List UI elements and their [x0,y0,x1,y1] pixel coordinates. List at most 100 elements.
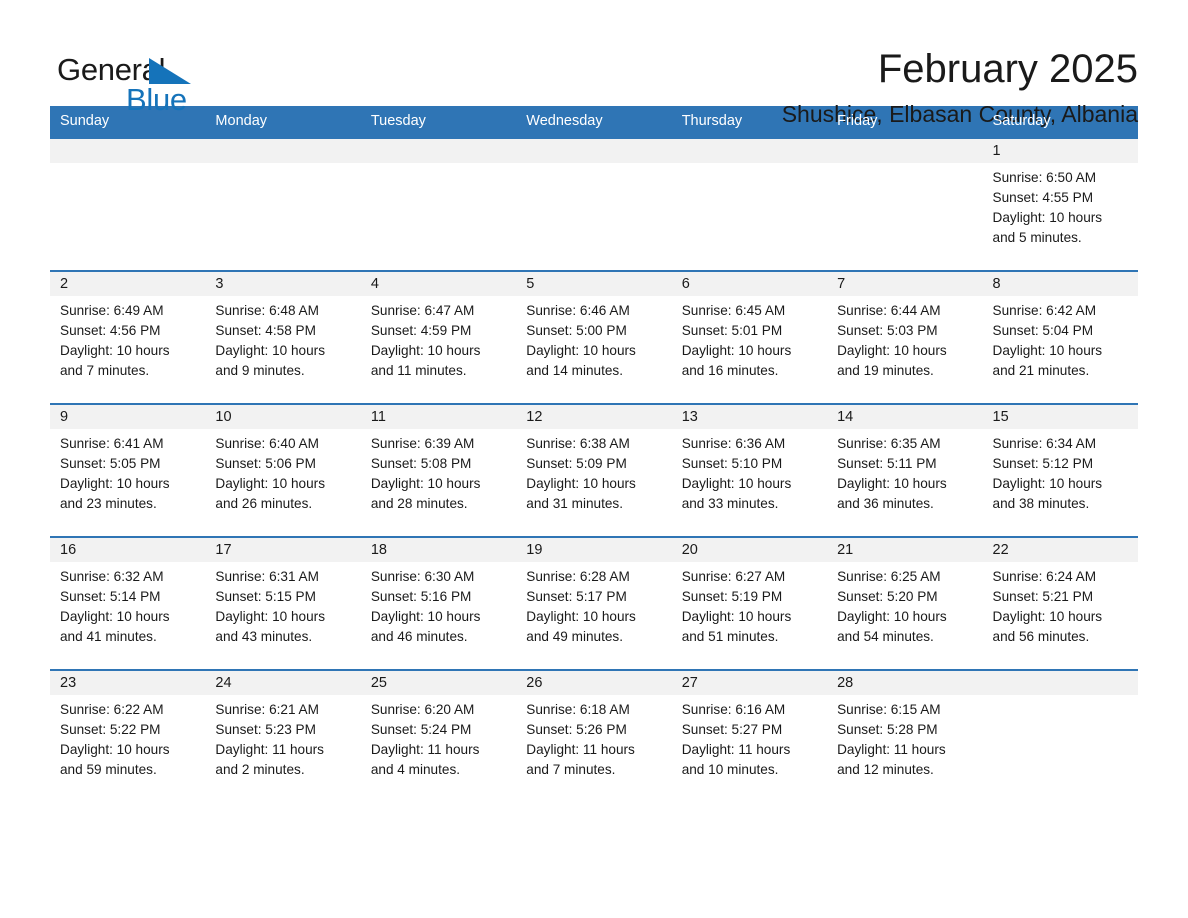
daylight-text-line1: Daylight: 10 hours [681,609,792,624]
calendar-day-cell-empty [360,137,517,271]
calendar-day-cell[interactable]: 7 Sunrise: 6:44 AM Sunset: 5:03 PM Daylight… [827,270,983,404]
sunset-text: Sunset: 5:27 PM [681,722,783,737]
daylight-text-line1: Daylight: 11 hours [215,742,324,757]
calendar-day-cell[interactable]: 18 Sunrise: 6:30 AM Sunset: 5:16 PM Dayligh… [360,536,517,670]
calendar-day-cell[interactable]: 24 Sunrise: 6:21 AM Sunset: 5:23 PM Dayligh… [205,669,361,803]
day-number: 7 [827,272,983,296]
calendar-day-cell[interactable]: 5 Sunrise: 6:46 AM Sunset: 5:00 PM Daylight… [516,270,672,404]
daylight-text-line1: Daylight: 10 hours [60,343,170,358]
day-details: Sunrise: 6:20 AM Sunset: 5:24 PM Daylight:… [361,695,516,780]
calendar-day-cell-empty [671,137,828,271]
daylight-text-line2: and 51 minutes. [681,629,779,644]
calendar-day-cell[interactable]: 19 Sunrise: 6:28 AM Sunset: 5:17 PM Dayligh… [516,536,672,670]
calendar-day-cell[interactable]: 15 Sunrise: 6:34 AM Sunset: 5:12 PM Dayligh… [982,403,1138,537]
location-subtitle: Shushice, Elbasan County, Albania [781,101,1138,127]
day-number [360,139,517,163]
sunrise-text: Sunrise: 6:41 AM [60,436,164,451]
daylight-text-line2: and 43 minutes. [215,629,313,644]
sunrise-text: Sunrise: 6:27 AM [681,569,786,584]
calendar-day-cell[interactable]: 2 Sunrise: 6:49 AM Sunset: 4:56 PM Daylight… [50,270,206,404]
calendar-day-cell[interactable]: 13 Sunrise: 6:36 AM Sunset: 5:10 PM Dayligh… [671,403,828,537]
general-blue-logo[interactable]: General Blue [50,44,310,120]
day-details: Sunrise: 6:40 AM Sunset: 5:06 PM Daylight:… [205,429,360,514]
daylight-text-line2: and 23 minutes. [60,496,157,511]
day-number: 4 [360,272,517,296]
day-details: Sunrise: 6:21 AM Sunset: 5:23 PM Daylight:… [205,695,360,780]
day-details: Sunrise: 6:22 AM Sunset: 5:22 PM Daylight:… [50,695,205,780]
sunrise-text: Sunrise: 6:45 AM [681,303,786,318]
calendar-day-cell[interactable]: 12 Sunrise: 6:38 AM Sunset: 5:09 PM Dayligh… [516,403,672,537]
day-details: Sunrise: 6:15 AM Sunset: 5:28 PM Daylight:… [827,695,982,780]
daylight-text-line2: and 14 minutes. [526,363,623,378]
calendar-day-cell[interactable]: 14 Sunrise: 6:35 AM Sunset: 5:11 PM Dayligh… [827,403,983,537]
sunrise-text: Sunrise: 6:32 AM [60,569,164,584]
sunset-text: Sunset: 5:17 PM [526,589,627,604]
day-number: 24 [205,671,361,695]
calendar-day-cell[interactable]: 9 Sunrise: 6:41 AM Sunset: 5:05 PM Daylight… [50,403,206,537]
weekday-header-tuesday: Tuesday [360,106,517,138]
calendar-day-cell[interactable]: 27 Sunrise: 6:16 AM Sunset: 5:27 PM Dayligh… [671,669,828,803]
calendar-day-cell[interactable]: 10 Sunrise: 6:40 AM Sunset: 5:06 PM Dayligh… [205,403,361,537]
daylight-text-line2: and 16 minutes. [681,363,779,378]
day-details [672,163,827,168]
day-cell-inner: 24 Sunrise: 6:21 AM Sunset: 5:23 PM Dayligh… [205,671,361,803]
daylight-text-line1: Daylight: 10 hours [370,343,481,358]
calendar-day-cell[interactable]: 23 Sunrise: 6:22 AM Sunset: 5:22 PM Dayligh… [50,669,206,803]
calendar-day-cell[interactable]: 17 Sunrise: 6:31 AM Sunset: 5:15 PM Dayligh… [205,536,361,670]
day-details: Sunrise: 6:41 AM Sunset: 5:05 PM Daylight:… [50,429,205,514]
calendar-day-cell[interactable]: 20 Sunrise: 6:27 AM Sunset: 5:19 PM Dayligh… [671,536,828,670]
title-block: February 2025 Shushice, Elbasan County, … [782,44,1138,129]
daylight-text-line2: and 11 minutes. [370,363,467,378]
calendar-day-cell[interactable]: 25 Sunrise: 6:20 AM Sunset: 5:24 PM Dayligh… [360,669,517,803]
day-details: Sunrise: 6:16 AM Sunset: 5:27 PM Daylight:… [672,695,827,780]
sunset-text: Sunset: 5:00 PM [526,323,627,338]
calendar-day-cell[interactable]: 11 Sunrise: 6:39 AM Sunset: 5:08 PM Dayligh… [360,403,517,537]
sunset-text: Sunset: 5:09 PM [526,456,627,471]
day-number: 18 [360,538,517,562]
day-cell-inner: 27 Sunrise: 6:16 AM Sunset: 5:27 PM Dayligh… [671,671,828,803]
day-number: 23 [50,671,206,695]
calendar-day-cell[interactable]: 26 Sunrise: 6:18 AM Sunset: 5:26 PM Dayligh… [516,669,672,803]
calendar-day-cell[interactable]: 1 Sunrise: 6:50 AM Sunset: 4:55 PM Daylight… [982,137,1138,271]
calendar-day-cell[interactable]: 3 Sunrise: 6:48 AM Sunset: 4:58 PM Daylight… [205,270,361,404]
day-details: Sunrise: 6:25 AM Sunset: 5:20 PM Daylight:… [827,562,982,647]
calendar-day-cell[interactable]: 21 Sunrise: 6:25 AM Sunset: 5:20 PM Dayligh… [827,536,983,670]
day-number: 13 [671,405,828,429]
day-cell-inner: 6 Sunrise: 6:45 AM Sunset: 5:01 PM Daylight… [671,272,828,403]
calendar-day-cell[interactable]: 28 Sunrise: 6:15 AM Sunset: 5:28 PM Dayligh… [827,669,983,803]
sunrise-text: Sunrise: 6:31 AM [215,569,319,584]
sunset-text: Sunset: 5:15 PM [215,589,316,604]
sunrise-text: Sunrise: 6:38 AM [526,436,630,451]
calendar-day-cell[interactable]: 22 Sunrise: 6:24 AM Sunset: 5:21 PM Dayligh… [982,536,1138,670]
daylight-text-line2: and 2 minutes. [215,762,305,777]
calendar-day-cell[interactable]: 6 Sunrise: 6:45 AM Sunset: 5:01 PM Daylight… [671,270,828,404]
daylight-text-line2: and 26 minutes. [215,496,313,511]
daylight-text-line1: Daylight: 10 hours [215,476,325,491]
day-number: 8 [982,272,1138,296]
daylight-text-line1: Daylight: 10 hours [681,476,792,491]
daylight-text-line2: and 41 minutes. [60,629,157,644]
daylight-text-line2: and 10 minutes. [681,762,779,777]
page-header: General Blue February 2025 Shushice, Elb… [50,0,1138,127]
calendar-week-row: 1 Sunrise: 6:50 AM Sunset: 4:55 PM Daylight… [50,137,1138,271]
day-cell-inner [827,139,983,270]
daylight-text-line1: Daylight: 10 hours [60,609,170,624]
sunrise-text: Sunrise: 6:28 AM [526,569,630,584]
calendar-day-cell-empty [827,137,983,271]
sunrise-text: Sunrise: 6:48 AM [215,303,319,318]
day-number: 1 [982,139,1138,163]
calendar-day-cell[interactable]: 4 Sunrise: 6:47 AM Sunset: 4:59 PM Daylight… [360,270,517,404]
weekday-header-wednesday: Wednesday [516,106,672,138]
sunset-text: Sunset: 5:12 PM [992,456,1094,471]
calendar-day-cell[interactable]: 16 Sunrise: 6:32 AM Sunset: 5:14 PM Dayligh… [50,536,206,670]
day-details [205,163,360,168]
day-details: Sunrise: 6:47 AM Sunset: 4:59 PM Daylight:… [361,296,516,381]
calendar-day-cell-empty [982,669,1138,803]
day-cell-inner: 12 Sunrise: 6:38 AM Sunset: 5:09 PM Dayligh… [516,405,672,536]
sunset-text: Sunset: 5:24 PM [370,722,472,737]
daylight-text-line1: Daylight: 11 hours [526,742,635,757]
sunset-text: Sunset: 5:20 PM [837,589,938,604]
daylight-text-line2: and 46 minutes. [370,629,468,644]
day-cell-inner: 18 Sunrise: 6:30 AM Sunset: 5:16 PM Dayligh… [360,538,517,669]
calendar-day-cell[interactable]: 8 Sunrise: 6:42 AM Sunset: 5:04 PM Daylight… [982,270,1138,404]
